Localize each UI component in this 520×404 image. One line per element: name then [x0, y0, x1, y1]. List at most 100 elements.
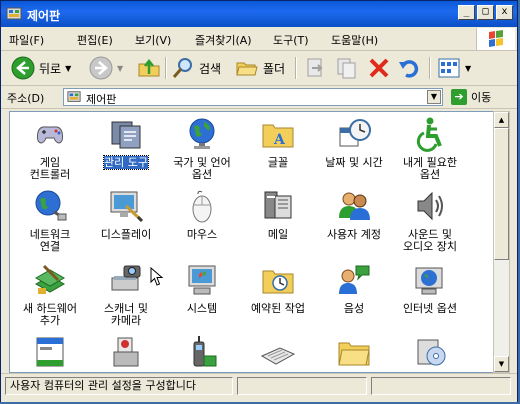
- windows-logo: [476, 28, 515, 50]
- item-label: 글꼴: [267, 156, 289, 169]
- keyboard-icon: [260, 347, 296, 365]
- copy-to-icon: [337, 58, 356, 79]
- menu-bar: 파일(F) 편집(E) 보기(V) 즐겨찾기(A) 도구(T) 도움말(H): [1, 28, 517, 51]
- control-panel-window: 제어판 _ □ x 파일(F) 편집(E) 보기(V) 즐겨찾기(A) 도구(T…: [0, 0, 518, 402]
- item-mail[interactable]: 메일: [240, 188, 316, 241]
- speech-icon: [339, 265, 370, 294]
- delete-x-icon: [369, 58, 389, 78]
- back-button[interactable]: 뒤로 ▼: [11, 55, 71, 81]
- item-speech[interactable]: 음성: [316, 262, 392, 315]
- item-label: 메일: [267, 228, 289, 241]
- hardware-icon: [34, 264, 66, 294]
- item-add-hardware[interactable]: 새 하드웨어 추가: [12, 262, 88, 327]
- maximize-button[interactable]: □: [477, 5, 494, 20]
- folders-button[interactable]: 폴더: [235, 55, 285, 81]
- close-button[interactable]: x: [496, 5, 513, 20]
- search-label: 검색: [199, 61, 222, 76]
- address-bar: 주소(D) 제어판 ▼ ➔ 이동: [1, 86, 517, 109]
- item-scheduled-tasks[interactable]: 예약된 작업: [240, 262, 316, 315]
- go-button[interactable]: ➔ 이동: [451, 88, 491, 106]
- globe-icon: [189, 118, 215, 149]
- address-input[interactable]: 제어판 ▼: [63, 88, 443, 106]
- search-button[interactable]: 검색: [171, 55, 221, 81]
- menu-favorites[interactable]: 즐겨찾기(A): [195, 32, 252, 48]
- fonts-folder-icon: A: [262, 124, 294, 148]
- item-user-accounts[interactable]: 사용자 계정: [316, 188, 392, 241]
- minimize-button[interactable]: _: [458, 5, 475, 20]
- item-fonts[interactable]: A 글꼴: [240, 116, 316, 169]
- move-to-icon: [307, 58, 323, 77]
- address-value: 제어판: [86, 93, 117, 106]
- item-add-remove-programs[interactable]: [88, 334, 164, 372]
- item-label: 새 하드웨어 추가: [22, 302, 78, 327]
- control-panel-icon: [67, 91, 81, 102]
- mouse-icon: [192, 190, 212, 223]
- network-icon: [35, 190, 67, 221]
- go-arrow-icon: ➔: [451, 89, 467, 105]
- item-game-controllers[interactable]: 게임 컨트롤러: [12, 116, 88, 181]
- chevron-down-icon: ▼: [117, 63, 124, 73]
- back-arrow-icon: [11, 56, 35, 80]
- address-label: 주소(D): [7, 92, 45, 105]
- views-button[interactable]: ▼: [437, 55, 471, 81]
- up-folder-button[interactable]: [137, 55, 161, 81]
- go-label: 이동: [471, 91, 492, 104]
- item-regional-options[interactable]: 국가 및 언어 옵션: [164, 116, 240, 181]
- item-mouse[interactable]: 마우스: [164, 188, 240, 241]
- move-to-button[interactable]: [303, 55, 327, 81]
- folders-label: 폴더: [263, 61, 286, 76]
- item-label: 마우스: [186, 228, 218, 241]
- item-sound-audio[interactable]: 사운드 및 오디오 장치: [392, 188, 468, 253]
- speaker-icon: [417, 191, 443, 221]
- status-bar: 사용자 컴퓨터의 관리 설정을 구성합니다: [1, 373, 517, 402]
- menu-view[interactable]: 보기(V): [135, 32, 171, 48]
- item-system[interactable]: 시스템: [164, 262, 240, 315]
- menu-edit[interactable]: 편집(E): [77, 32, 113, 48]
- vertical-scrollbar[interactable]: ▲ ▼: [493, 111, 510, 373]
- scroll-down-button[interactable]: ▼: [494, 356, 509, 372]
- scroll-up-button[interactable]: ▲: [494, 112, 509, 128]
- internet-icon: [415, 267, 443, 295]
- item-date-time[interactable]: 날짜 및 시간: [316, 116, 392, 169]
- item-admin-tools[interactable]: 관리 도구: [88, 116, 164, 170]
- toolbar-separator: [165, 57, 167, 79]
- accessibility-icon: [416, 117, 442, 152]
- undo-button[interactable]: [397, 55, 421, 81]
- item-display[interactable]: 디스플레이: [88, 188, 164, 241]
- chevron-down-icon: ▼: [65, 63, 72, 73]
- item-taskbar[interactable]: [12, 334, 88, 372]
- folders-icon: [236, 62, 258, 76]
- menu-help[interactable]: 도움말(H): [331, 32, 378, 48]
- item-internet-options[interactable]: 인터넷 옵션: [392, 262, 468, 315]
- menu-file[interactable]: 파일(F): [9, 32, 44, 48]
- views-icon: [438, 58, 460, 78]
- svg-text:A: A: [273, 132, 286, 148]
- status-text: 사용자 컴퓨터의 관리 설정을 구성합니다: [5, 377, 233, 395]
- item-accessibility[interactable]: 내게 필요한 옵션: [392, 116, 468, 181]
- scheduled-tasks-icon: [262, 270, 294, 294]
- item-program-install[interactable]: [392, 334, 468, 372]
- item-label: 사운드 및 오디오 장치: [402, 228, 458, 253]
- folder-options-icon: [338, 342, 370, 366]
- scroll-thumb[interactable]: [494, 128, 509, 260]
- item-label: 예약된 작업: [250, 302, 306, 315]
- forward-button[interactable]: ▼: [89, 55, 123, 81]
- menu-tools[interactable]: 도구(T): [273, 32, 309, 48]
- delete-button[interactable]: [367, 55, 391, 81]
- item-keyboard[interactable]: [240, 334, 316, 372]
- status-panel: [237, 377, 367, 395]
- title-bar[interactable]: 제어판 _ □ x: [1, 1, 517, 27]
- address-dropdown-button[interactable]: ▼: [427, 90, 441, 104]
- chevron-down-icon: ▼: [465, 63, 472, 73]
- phone-modem-icon: [193, 336, 217, 367]
- toolbar: 뒤로 ▼ ▼ 검색 폴더 ▼: [1, 51, 517, 86]
- item-network-connections[interactable]: 네트워크 연결: [12, 188, 88, 253]
- item-label: 내게 필요한 옵션: [402, 156, 458, 181]
- item-folder-options[interactable]: [316, 334, 392, 372]
- toolbar-separator: [429, 57, 431, 79]
- item-label: 인터넷 옵션: [402, 302, 458, 315]
- item-phone-modem[interactable]: [164, 334, 240, 372]
- copy-to-button[interactable]: [335, 55, 359, 81]
- program-install-icon: [417, 339, 446, 366]
- item-label: 사용자 계정: [326, 228, 382, 241]
